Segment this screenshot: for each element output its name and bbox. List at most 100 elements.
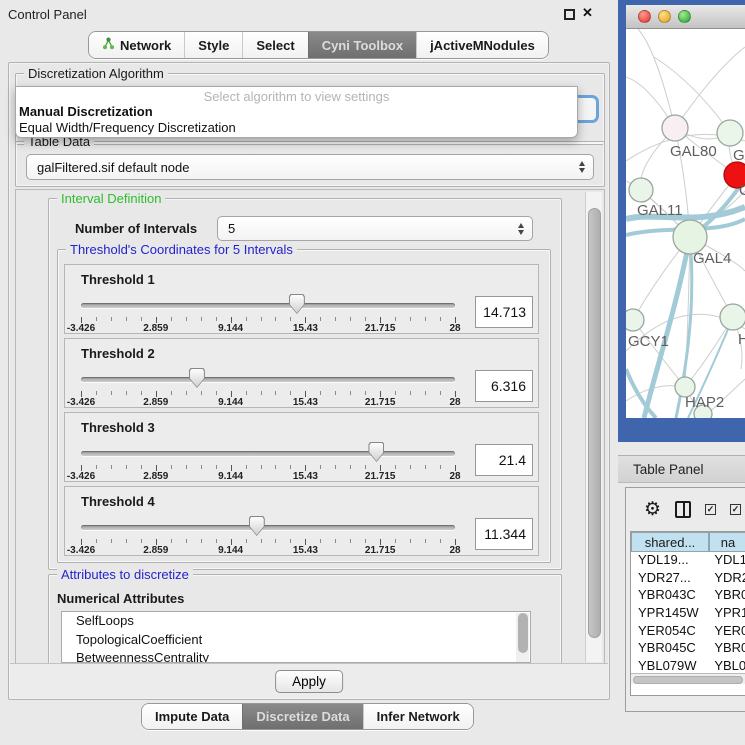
- tab-style[interactable]: Style: [184, 32, 242, 58]
- checkbox-icon[interactable]: ✓: [730, 504, 741, 515]
- panel-scrollbar[interactable]: [585, 192, 602, 662]
- gear-icon[interactable]: ⚙: [644, 500, 661, 519]
- threshold-slider[interactable]: -3.4262.8599.14415.4321.71528: [81, 513, 455, 555]
- cell: YBR0: [708, 640, 745, 658]
- number-of-intervals-combobox[interactable]: 5: [217, 216, 533, 241]
- tab-label: Impute Data: [155, 709, 229, 724]
- threshold-slider[interactable]: -3.4262.8599.14415.4321.71528: [81, 291, 455, 333]
- slider-tick: [171, 465, 172, 469]
- threshold-panel: Threshold 4 -3.4262.8599.14415.4321.7152…: [64, 486, 539, 556]
- tab-discretize-data[interactable]: Discretize Data: [242, 704, 362, 729]
- slider-tick: [216, 317, 217, 321]
- slider-track[interactable]: [81, 377, 455, 382]
- slider-thumb[interactable]: [289, 294, 305, 314]
- slider-tick: [186, 317, 187, 321]
- slider-tick: [320, 391, 321, 395]
- minimize-traffic-light[interactable]: [658, 10, 671, 23]
- close-traffic-light[interactable]: [638, 10, 651, 23]
- group-title: Attributes to discretize: [57, 567, 193, 582]
- combobox-value: galFiltered.sif default node: [37, 160, 189, 175]
- threshold-slider[interactable]: -3.4262.8599.14415.4321.71528: [81, 365, 455, 407]
- slider-track[interactable]: [81, 451, 455, 456]
- table-row[interactable]: YBL079WYBL0: [631, 658, 745, 673]
- split-column-icon[interactable]: [675, 501, 691, 518]
- numerical-attributes-list[interactable]: SelfLoops TopologicalCoefficient Between…: [61, 611, 531, 663]
- network-graph: GAL80 GA C GAL11 GAL4 GCY1 H HAP2: [626, 29, 745, 418]
- node-label: GAL11: [637, 202, 683, 219]
- table-row[interactable]: YBR045CYBR0: [631, 640, 745, 658]
- table-row[interactable]: YER054CYER0: [631, 623, 745, 641]
- cell: YBL079W: [631, 658, 708, 673]
- dropdown-option-manual[interactable]: Manual Discretization: [16, 104, 577, 120]
- zoom-traffic-light[interactable]: [678, 10, 691, 23]
- slider-tick: [186, 391, 187, 395]
- threshold-value-field[interactable]: 21.4: [475, 444, 533, 476]
- threshold-slider[interactable]: -3.4262.8599.14415.4321.71528: [81, 439, 455, 481]
- slider-tick: [275, 391, 276, 395]
- list-item[interactable]: SelfLoops: [62, 612, 530, 631]
- column-header-shared-name[interactable]: shared...: [631, 532, 709, 552]
- tab-select[interactable]: Select: [242, 32, 307, 58]
- slider-tick-label: 2.859: [143, 471, 168, 482]
- slider-track[interactable]: [81, 303, 455, 308]
- slider-tick: [440, 317, 441, 321]
- dropdown-option-equal-width[interactable]: Equal Width/Frequency Discretization: [16, 120, 577, 136]
- scrollbar-thumb[interactable]: [633, 676, 743, 684]
- slider-tick-label: 28: [449, 545, 460, 556]
- slider-tick: [350, 539, 351, 543]
- node-label: HAP2: [685, 394, 724, 411]
- slider-tick: [320, 465, 321, 469]
- slider-track[interactable]: [81, 525, 455, 530]
- apply-button[interactable]: Apply: [275, 670, 343, 693]
- slider-scale: -3.4262.8599.14415.4321.71528: [81, 465, 455, 481]
- slider-tick: [261, 465, 262, 469]
- scrollbar-thumb[interactable]: [588, 208, 601, 638]
- slider-thumb[interactable]: [368, 442, 384, 462]
- spinner-icon: [518, 223, 524, 235]
- tab-jactivemnodules[interactable]: jActiveMNodules: [416, 32, 548, 58]
- scrollbar-thumb[interactable]: [518, 613, 528, 653]
- table-data-combobox[interactable]: galFiltered.sif default node: [26, 154, 594, 180]
- network-node[interactable]: [717, 120, 743, 146]
- node-label: GCY1: [628, 333, 669, 350]
- column-header-name[interactable]: na: [709, 532, 745, 552]
- attributes-group: Attributes to discretize Numerical Attri…: [48, 574, 562, 665]
- tab-impute-data[interactable]: Impute Data: [142, 704, 242, 729]
- table-data-group: Table Data galFiltered.sif default node: [15, 141, 605, 187]
- table-row[interactable]: YDL19...YDL1: [631, 552, 745, 570]
- slider-tick: [425, 465, 426, 469]
- slider-tick: [425, 317, 426, 321]
- tab-infer-network[interactable]: Infer Network: [363, 704, 473, 729]
- slider-thumb[interactable]: [189, 368, 205, 388]
- tab-network[interactable]: Network: [89, 32, 184, 58]
- slider-tick: [246, 539, 247, 543]
- network-node[interactable]: [662, 115, 688, 141]
- list-item[interactable]: TopologicalCoefficient: [62, 631, 530, 650]
- node-label: GAL80: [670, 143, 717, 160]
- horizontal-scrollbar[interactable]: [631, 673, 745, 684]
- network-node[interactable]: [629, 178, 653, 202]
- slider-thumb[interactable]: [249, 516, 265, 536]
- network-window-titlebar[interactable]: [626, 5, 745, 29]
- table-row[interactable]: YBR043CYBR0: [631, 587, 745, 605]
- list-scrollbar[interactable]: [516, 613, 529, 663]
- checkbox-icon[interactable]: ✓: [705, 504, 716, 515]
- dropdown-placeholder: Select algorithm to view settings: [16, 89, 577, 104]
- slider-tick: [350, 317, 351, 321]
- table-row[interactable]: YDR27...YDR2: [631, 570, 745, 588]
- threshold-value-field[interactable]: 14.713: [475, 296, 533, 328]
- network-canvas[interactable]: GAL80 GA C GAL11 GAL4 GCY1 H HAP2: [626, 29, 745, 418]
- slider-tick: [395, 391, 396, 395]
- threshold-value-field[interactable]: 6.316: [475, 370, 533, 402]
- tab-cyni-toolbox[interactable]: Cyni Toolbox: [308, 32, 416, 58]
- list-item[interactable]: BetweennessCentrality: [62, 649, 530, 663]
- float-window-icon[interactable]: [564, 9, 575, 20]
- network-node[interactable]: [720, 304, 745, 330]
- network-node[interactable]: [673, 220, 707, 254]
- table-rows: YDL19...YDL1 YDR27...YDR2 YBR043CYBR0 YP…: [631, 552, 745, 673]
- close-icon[interactable]: ✕: [582, 5, 593, 21]
- threshold-value-field[interactable]: 11.344: [475, 518, 533, 550]
- network-node[interactable]: [626, 309, 644, 331]
- slider-scale: -3.4262.8599.14415.4321.71528: [81, 317, 455, 333]
- table-row[interactable]: YPR145WYPR1: [631, 605, 745, 623]
